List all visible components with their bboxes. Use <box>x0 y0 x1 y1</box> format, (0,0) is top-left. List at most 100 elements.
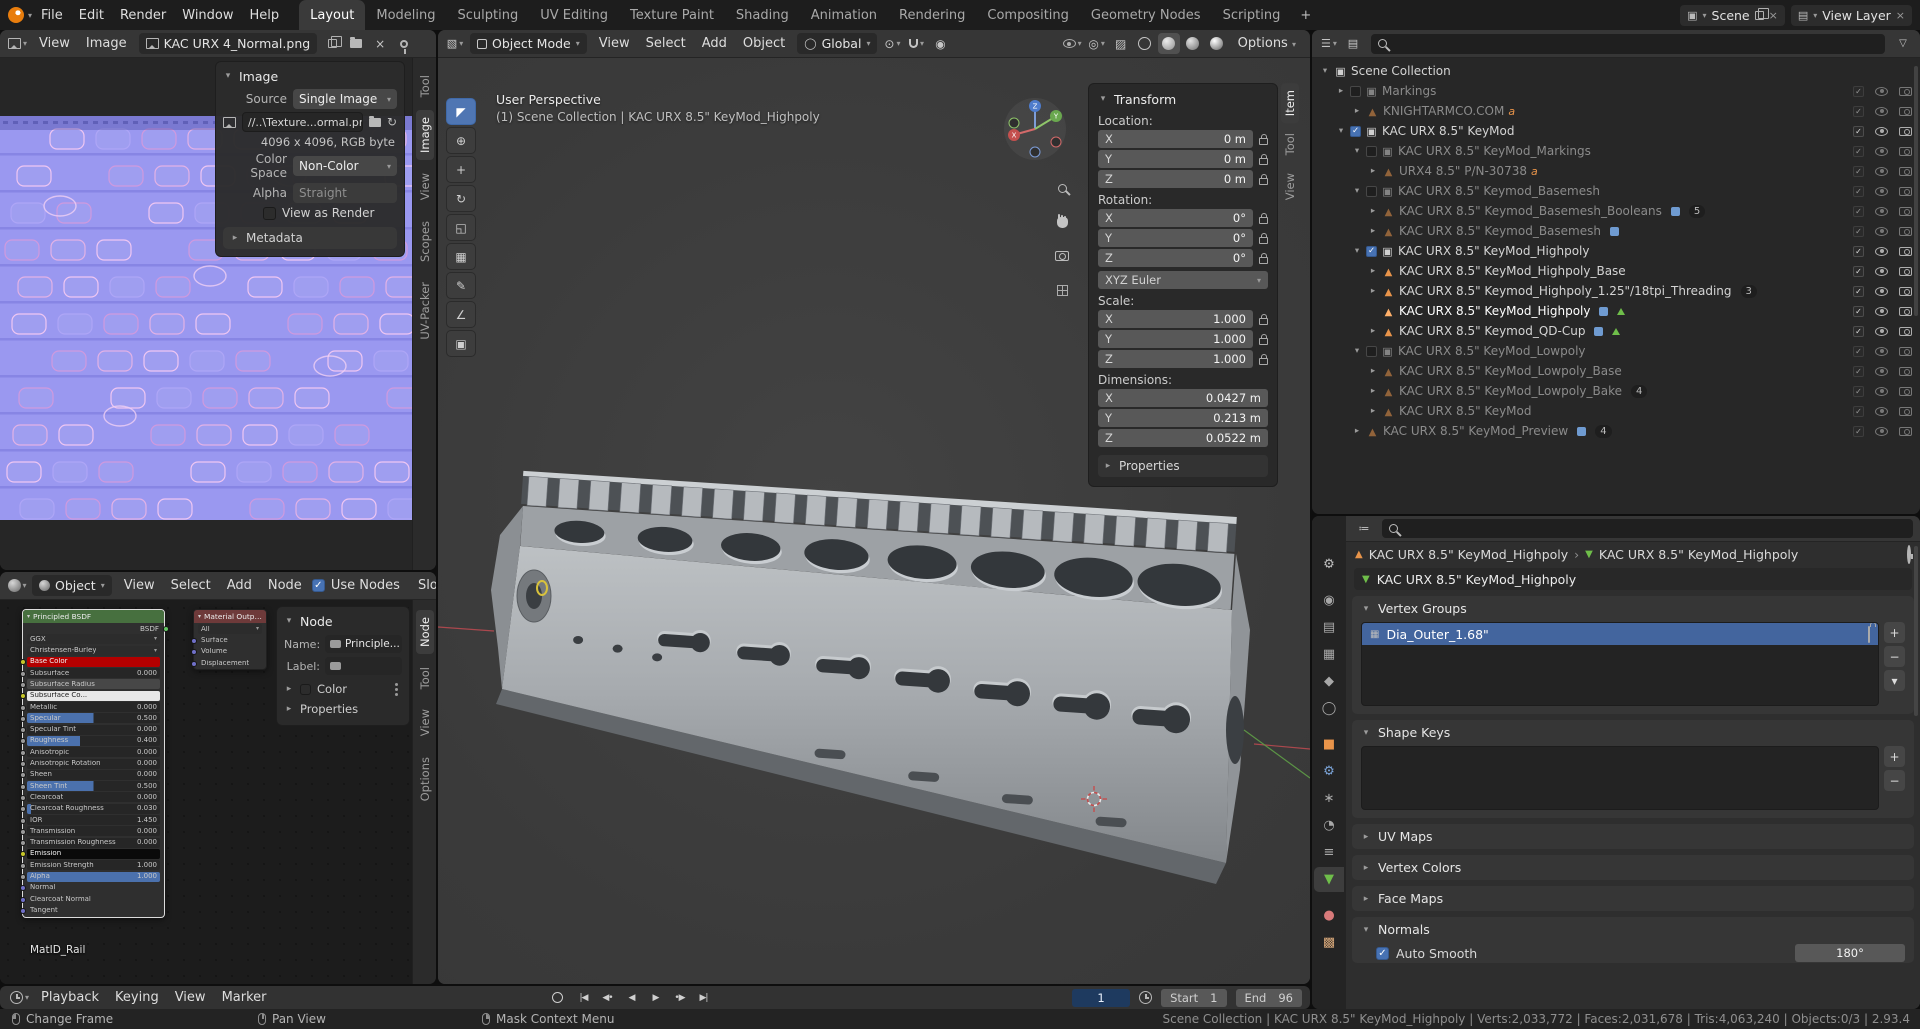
use-nodes-checkbox[interactable] <box>311 579 325 592</box>
breadcrumb-data-name[interactable]: KAC URX 8.5" KeyMod_Highpoly <box>1599 547 1798 562</box>
fake-user-button[interactable] <box>321 33 343 54</box>
view-layer-selector[interactable]: ▤ ▾ View Layer × <box>1790 4 1912 26</box>
lock-icon[interactable] <box>1259 232 1268 244</box>
node-panel-header[interactable]: ▾ Node <box>284 611 402 631</box>
menu-item[interactable]: Add <box>219 575 260 596</box>
selectable-checkbox[interactable] <box>1853 265 1864 277</box>
properties-tab[interactable]: ◆ <box>1314 669 1344 694</box>
snap-toggle[interactable]: ▾ <box>905 33 927 54</box>
properties-tab[interactable]: ⚙ <box>1314 759 1344 784</box>
menu-item[interactable]: File <box>33 5 71 26</box>
value-field[interactable]: Y0 m <box>1098 150 1253 168</box>
disable-in-renders-toggle[interactable] <box>1899 106 1912 116</box>
node-input-row[interactable]: Alpha 1.000 <box>20 871 160 882</box>
node-input-row[interactable]: Specular 0.500 <box>20 713 160 724</box>
workspace-tab[interactable]: Scripting <box>1212 0 1292 30</box>
hide-in-viewport-toggle[interactable] <box>1875 286 1888 296</box>
panel-header[interactable]: ▾ Normals <box>1352 918 1914 941</box>
expand-icon[interactable]: ▾ <box>1336 126 1346 136</box>
expand-icon[interactable]: ▾ <box>1320 66 1330 76</box>
editor-type-button[interactable]: ≔ <box>1353 518 1375 539</box>
tool-button[interactable]: ▣ <box>446 330 476 357</box>
metadata-panel-header[interactable]: ▸ Metadata <box>223 227 397 249</box>
mode-dropdown[interactable]: Object Mode ▾ <box>470 33 587 54</box>
editor-type-button[interactable]: ▾ <box>6 575 28 596</box>
unlink-view-layer-icon[interactable]: × <box>1896 9 1905 22</box>
camera-view-button[interactable] <box>1050 244 1074 268</box>
menu-item[interactable]: Select <box>163 575 219 596</box>
auto-smooth-angle-field[interactable]: 180° <box>1795 944 1905 962</box>
tool-button[interactable]: ✎ <box>446 272 476 299</box>
selectable-checkbox[interactable] <box>1853 185 1864 197</box>
bsdf-output-socket[interactable]: BSDF <box>23 623 169 633</box>
node-name-field[interactable]: Principle... <box>325 635 402 653</box>
selectable-checkbox[interactable] <box>1853 345 1864 357</box>
outliner-row[interactable]: ▾ KAC URX 8.5" KeyMod_Markings <box>1312 141 1920 161</box>
sidebar-tab[interactable]: Image <box>415 110 434 161</box>
workspace-tab[interactable]: Texture Paint <box>619 0 725 30</box>
hide-in-viewport-toggle[interactable] <box>1875 346 1888 356</box>
outliner-row[interactable]: ▸ KAC URX 8.5" KeyMod_Highpoly_Base <box>1312 261 1920 281</box>
menu-item[interactable]: Object <box>735 33 793 54</box>
lock-icon[interactable] <box>1259 212 1268 224</box>
mesh-datablock-field[interactable]: ▼ KAC URX 8.5" KeyMod_Highpoly <box>1354 568 1912 590</box>
value-field[interactable]: X 0° <box>1098 209 1253 227</box>
selectable-checkbox[interactable] <box>1853 165 1864 177</box>
hide-in-viewport-toggle[interactable] <box>1875 366 1888 376</box>
workspace-tab[interactable]: Modeling <box>365 0 446 30</box>
hide-in-viewport-toggle[interactable] <box>1875 246 1888 256</box>
sidebar-tab[interactable]: Tool <box>416 68 434 104</box>
disable-in-renders-toggle[interactable] <box>1899 86 1912 96</box>
node-input-row[interactable]: Sheen 0.000 <box>20 769 160 780</box>
sidebar-tab[interactable]: View <box>1281 166 1299 207</box>
disable-in-renders-toggle[interactable] <box>1899 426 1912 436</box>
sidebar-tab[interactable]: Options <box>416 750 434 808</box>
outliner-row[interactable]: ▸ KAC URX 8.5" Keymod_QD-Cup <box>1312 321 1920 341</box>
outliner-row[interactable]: ▸ KAC URX 8.5" KeyMod_Preview 4 <box>1312 421 1920 441</box>
expand-icon[interactable]: ▸ <box>1368 286 1378 296</box>
end-frame-field[interactable]: End 96 <box>1235 988 1302 1007</box>
stopwatch-icon[interactable] <box>1139 991 1153 1004</box>
panel-header[interactable]: ▾ Shape Keys <box>1352 721 1914 744</box>
node-input-row[interactable]: Subsurface 0.000 <box>20 668 160 679</box>
perspective-toggle-button[interactable] <box>1050 278 1074 302</box>
node-input-row[interactable]: Transmission 0.000 <box>20 826 160 837</box>
slot-dropdown[interactable]: Slo <box>410 575 436 596</box>
zoom-button[interactable] <box>1050 176 1074 200</box>
lock-icon[interactable] <box>1868 625 1870 643</box>
node-input-row[interactable]: Displacement <box>191 658 262 668</box>
value-field[interactable]: Z 1.000 <box>1098 350 1253 368</box>
hide-in-viewport-toggle[interactable] <box>1875 386 1888 396</box>
sidebar-tab[interactable]: UV-Packer <box>416 275 434 347</box>
pivot-point-dropdown[interactable]: ⊙ ▾ <box>881 33 903 54</box>
start-frame-field[interactable]: Start 1 <box>1161 988 1227 1007</box>
orientation-dropdown[interactable]: ◯ Global ▾ <box>797 33 878 54</box>
editor-type-button[interactable]: ▧ ▾ <box>444 33 466 54</box>
vertex-group-specials-button[interactable]: ▾ <box>1884 670 1905 691</box>
node-input-row[interactable]: Clearcoat Roughness 0.030 <box>20 803 160 814</box>
selectable-checkbox[interactable] <box>1853 145 1864 157</box>
current-frame-field[interactable]: 1 <box>1072 988 1131 1007</box>
selectable-checkbox[interactable] <box>1853 405 1864 417</box>
disable-in-renders-toggle[interactable] <box>1899 206 1912 216</box>
panel-header[interactable]: ▸ UV Maps <box>1352 825 1914 848</box>
collection-checkbox[interactable] <box>1350 125 1361 137</box>
transport-button[interactable]: ▶ <box>644 988 667 1007</box>
tool-button[interactable]: ∠ <box>446 301 476 328</box>
pin-id-button[interactable] <box>1907 544 1911 564</box>
material-output-node[interactable]: ▾ Material Output All Surface Volume Dis… <box>191 609 267 671</box>
auto-keying-toggle[interactable] <box>552 992 563 1003</box>
tool-button[interactable]: ▦ <box>446 243 476 270</box>
remove-vertex-group-button[interactable]: − <box>1884 646 1905 667</box>
selectable-checkbox[interactable] <box>1853 425 1864 437</box>
tool-button[interactable]: ↻ <box>446 185 476 212</box>
workspace-tab[interactable]: Compositing <box>976 0 1080 30</box>
node-editor-canvas[interactable]: ▾ Principled BSDF BSDF GGX Christensen-B… <box>0 600 436 984</box>
browse-image-icon[interactable] <box>145 38 159 49</box>
expand-icon[interactable]: ▸ <box>1368 366 1378 376</box>
filepath-field[interactable]: //..\Texture...ormal.png <box>242 112 363 132</box>
outliner-row[interactable]: ▾ Scene Collection <box>1312 61 1920 81</box>
menu-item[interactable]: Marker <box>214 987 275 1008</box>
node-input-row[interactable]: Specular Tint 0.000 <box>20 724 160 735</box>
disable-in-renders-toggle[interactable] <box>1899 346 1912 356</box>
